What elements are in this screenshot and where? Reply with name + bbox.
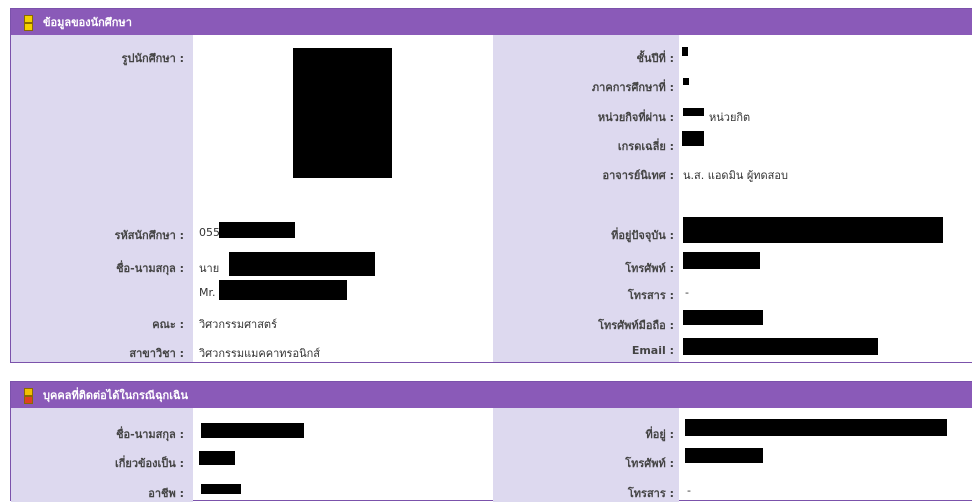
left-label-column	[11, 35, 193, 362]
name-prefix-th: นาย	[199, 262, 220, 275]
occupation-label: อาชีพ :	[148, 487, 184, 500]
semester-label: ภาคการศึกษาที่ :	[591, 81, 674, 94]
fax-label: โทรสาร :	[627, 289, 674, 302]
emergency-icon	[21, 386, 35, 404]
emergency-address-redacted	[685, 419, 947, 436]
mobile-redacted	[683, 310, 763, 325]
student-info-title: ข้อมูลของนักศึกษา	[43, 16, 132, 29]
name-label: ชื่อ-นามสกุล :	[116, 262, 184, 275]
year-redacted	[682, 47, 688, 56]
student-photo	[293, 48, 392, 178]
credits-unit: หน่วยกิต	[709, 111, 751, 124]
occupation-redacted	[201, 484, 241, 494]
gpa-label: เกรดเฉลี่ย :	[617, 140, 674, 153]
emergency-fax-value: -	[687, 484, 691, 497]
student-id-label: รหัสนักศึกษา :	[114, 229, 184, 242]
major-label: สาขาวิชา :	[129, 347, 184, 360]
faculty-value: วิศวกรรมศาสตร์	[199, 318, 277, 331]
mobile-label: โทรศัพท์มือถือ :	[598, 319, 674, 332]
emergency-name-label: ชื่อ-นามสกุล :	[116, 428, 184, 441]
credits-redacted	[683, 108, 704, 116]
advisor-value: น.ส. แอดมิน ผู้ทดสอบ	[683, 169, 788, 182]
emergency-phone-label: โทรศัพท์ :	[625, 457, 674, 470]
fax-value: -	[685, 286, 689, 299]
student-info-header: ข้อมูลของนักศึกษา	[11, 9, 972, 35]
phone-label: โทรศัพท์ :	[625, 262, 674, 275]
emergency-address-label: ที่อยู่ :	[645, 428, 674, 441]
emergency-name-redacted	[201, 423, 304, 438]
address-label: ที่อยู่ปัจจุบัน :	[611, 229, 674, 242]
emergency-contact-title: บุคคลที่ติดต่อได้ในกรณีฉุกเฉิน	[43, 389, 188, 402]
student-id-prefix: 055	[199, 226, 220, 239]
name-en-redacted	[219, 280, 347, 300]
emergency-phone-redacted	[685, 448, 763, 463]
student-info-panel: ข้อมูลของนักศึกษา รูปนักศึกษา : รหัสนักศ…	[10, 8, 972, 363]
phone-redacted	[683, 252, 760, 269]
semester-redacted	[683, 78, 689, 85]
student-id-redacted	[219, 222, 295, 238]
relation-redacted	[199, 451, 235, 465]
year-label: ชั้นปีที่ :	[636, 52, 674, 65]
emergency-contact-body: ชื่อ-นามสกุล : เกี่ยวข้องเป็น : อาชีพ : …	[11, 408, 972, 502]
credits-label: หน่วยกิจที่ผ่าน :	[597, 111, 674, 124]
photo-label: รูปนักศึกษา :	[121, 52, 184, 65]
name-th-redacted	[229, 252, 375, 276]
emergency-contact-header: บุคคลที่ติดต่อได้ในกรณีฉุกเฉิน	[11, 382, 972, 408]
email-redacted	[683, 338, 878, 355]
faculty-label: คณะ :	[152, 318, 184, 331]
major-value: วิศวกรรมแมคคาทรอนิกส์	[199, 347, 320, 360]
address-redacted	[683, 217, 943, 243]
emergency-fax-label: โทรสาร :	[627, 487, 674, 500]
emergency-contact-panel: บุคคลที่ติดต่อได้ในกรณีฉุกเฉิน ชื่อ-นามส…	[10, 381, 972, 502]
student-icon	[21, 13, 35, 31]
advisor-label: อาจารย์นิเทศ :	[602, 169, 675, 182]
name-prefix-en: Mr.	[199, 286, 216, 299]
gpa-redacted	[682, 131, 704, 146]
relation-label: เกี่ยวข้องเป็น :	[114, 457, 184, 470]
student-info-body: รูปนักศึกษา : รหัสนักศึกษา : 055 ชื่อ-นา…	[11, 35, 972, 362]
email-label: Email :	[631, 344, 674, 357]
